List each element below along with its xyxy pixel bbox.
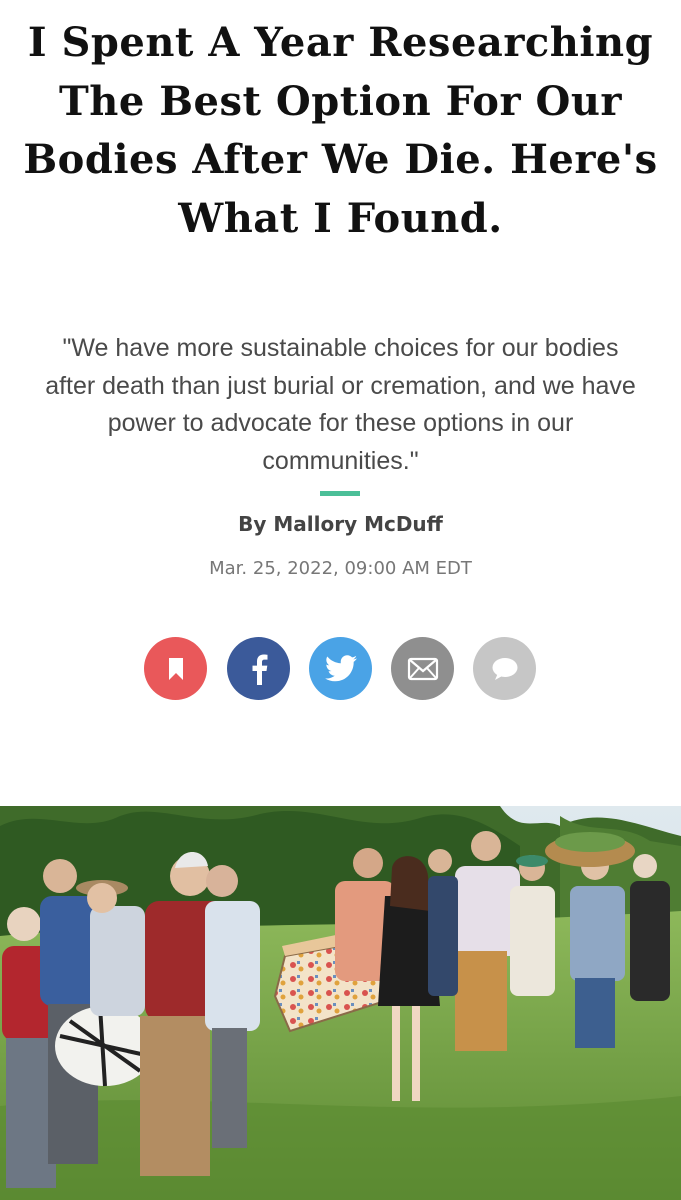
publish-date: Mar. 25, 2022, 09:00 AM EDT [209,558,472,579]
article-hero-photo[interactable] [0,806,681,1200]
accent-divider [320,491,360,496]
author-byline[interactable]: By Mallory McDuff [0,512,681,536]
funeral-procession-photo [0,806,681,1200]
email-share-button[interactable] [391,637,454,700]
bookmark-button[interactable] [144,637,207,700]
facebook-share-button[interactable] [227,637,290,700]
twitter-share-button[interactable] [309,637,372,700]
comment-button[interactable] [473,637,536,700]
email-icon [407,657,438,680]
bookmark-icon [168,657,183,680]
article-dek: "We have more sustainable choices for ou… [45,334,636,475]
facebook-icon [252,654,267,685]
comment-icon [492,657,517,680]
share-toolbar [0,637,681,701]
article-headline: I Spent A Year Researching The Best Opti… [23,19,658,242]
twitter-icon [324,655,357,682]
